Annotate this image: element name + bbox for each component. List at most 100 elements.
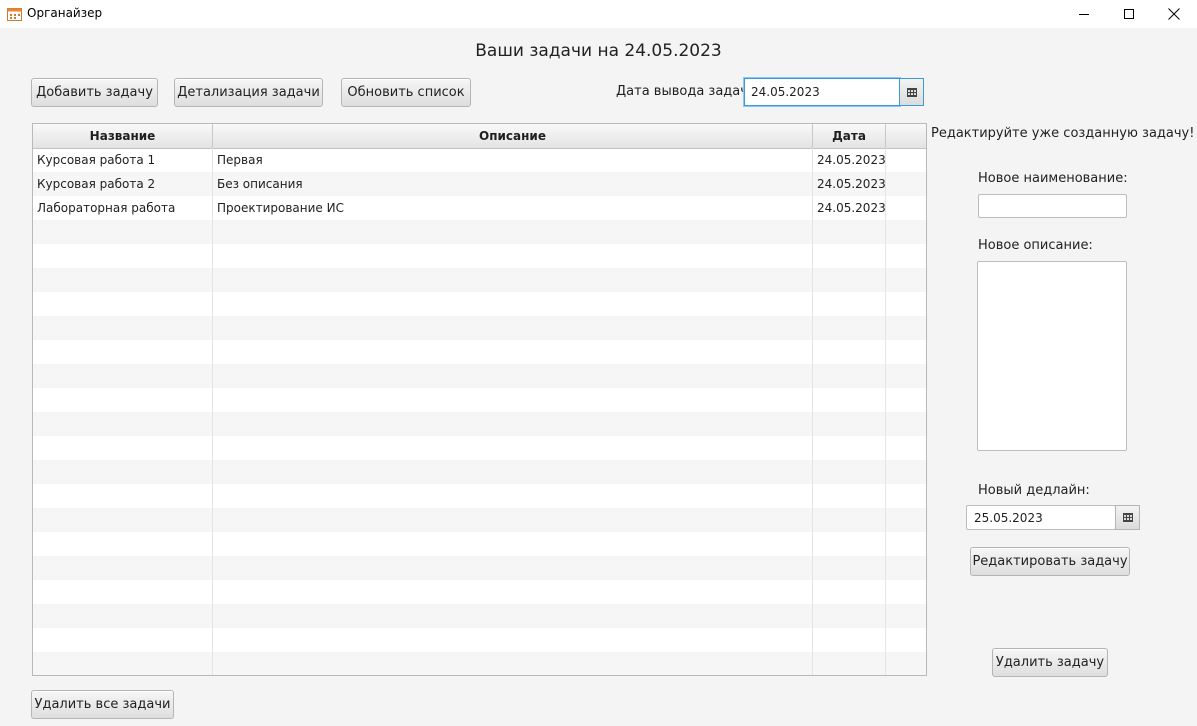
maximize-button[interactable] <box>1106 0 1152 28</box>
cell-name <box>33 652 213 675</box>
table-row-empty <box>33 460 926 484</box>
deadline-calendar-button[interactable] <box>1115 505 1140 530</box>
date-filter-calendar-button[interactable] <box>899 78 924 106</box>
new-deadline-label: Новый дедлайн: <box>978 483 1090 498</box>
table-row[interactable]: Лабораторная работа Проектирование ИС 24.0… <box>33 196 926 220</box>
cell-filler <box>886 244 926 268</box>
column-header-filler <box>886 124 926 148</box>
cell-name <box>33 220 213 244</box>
cell-name <box>33 316 213 340</box>
table-row-empty <box>33 292 926 316</box>
table-row-empty <box>33 556 926 580</box>
column-header-name[interactable]: Название <box>33 124 213 148</box>
minimize-button[interactable] <box>1061 0 1107 28</box>
cell-date: 24.05.2023 <box>813 172 886 196</box>
cell-date <box>813 268 886 292</box>
cell-filler <box>886 196 926 220</box>
cell-date <box>813 484 886 508</box>
title-bar: Органайзер <box>0 0 1197 28</box>
maximize-icon <box>1123 8 1134 19</box>
cell-description <box>213 316 813 340</box>
cell-filler <box>886 652 926 675</box>
cell-date <box>813 244 886 268</box>
table-row-empty <box>33 412 926 436</box>
cell-name <box>33 508 213 532</box>
cell-description <box>213 388 813 412</box>
cell-name <box>33 628 213 652</box>
cell-date: 24.05.2023 <box>813 148 886 172</box>
column-header-date[interactable]: Дата <box>813 124 886 148</box>
cell-date <box>813 652 886 675</box>
table-row-empty <box>33 604 926 628</box>
cell-description <box>213 628 813 652</box>
tasks-table[interactable]: Название Описание Дата Курсовая работа 1… <box>32 123 927 676</box>
table-row-empty <box>33 316 926 340</box>
cell-name <box>33 436 213 460</box>
close-button[interactable] <box>1151 0 1197 28</box>
cell-name <box>33 412 213 436</box>
delete-task-button[interactable]: Удалить задачу <box>992 648 1108 677</box>
add-task-button[interactable]: Добавить задачу <box>31 78 158 107</box>
table-row-empty <box>33 484 926 508</box>
cell-name <box>33 556 213 580</box>
cell-filler <box>886 148 926 172</box>
cell-filler <box>886 532 926 556</box>
edit-panel-heading: Редактируйте уже созданную задачу! <box>931 126 1195 141</box>
cell-date <box>813 460 886 484</box>
cell-filler <box>886 628 926 652</box>
cell-date <box>813 340 886 364</box>
cell-filler <box>886 316 926 340</box>
cell-date <box>813 556 886 580</box>
table-row-empty <box>33 652 926 675</box>
cell-filler <box>886 436 926 460</box>
table-row-empty <box>33 364 926 388</box>
cell-description <box>213 244 813 268</box>
delete-all-tasks-button[interactable]: Удалить все задачи <box>31 690 174 719</box>
cell-name <box>33 388 213 412</box>
close-icon <box>1168 8 1180 20</box>
cell-description <box>213 484 813 508</box>
cell-filler <box>886 508 926 532</box>
cell-description <box>213 460 813 484</box>
cell-description <box>213 580 813 604</box>
calendar-icon <box>906 87 917 97</box>
cell-name <box>33 604 213 628</box>
cell-filler <box>886 364 926 388</box>
cell-date: 24.05.2023 <box>813 196 886 220</box>
table-row[interactable]: Курсовая работа 1 Первая 24.05.2023 <box>33 148 926 172</box>
cell-filler <box>886 268 926 292</box>
cell-description <box>213 436 813 460</box>
table-header: Название Описание Дата <box>33 124 926 149</box>
cell-filler <box>886 340 926 364</box>
cell-date <box>813 436 886 460</box>
cell-date <box>813 412 886 436</box>
cell-description <box>213 292 813 316</box>
task-details-button[interactable]: Детализация задачи <box>174 78 323 107</box>
cell-name <box>33 532 213 556</box>
cell-date <box>813 388 886 412</box>
new-description-textarea[interactable] <box>977 261 1127 451</box>
edit-task-button[interactable]: Редактировать задачу <box>970 547 1130 576</box>
table-row-empty <box>33 388 926 412</box>
cell-description <box>213 364 813 388</box>
cell-name <box>33 364 213 388</box>
new-deadline-input[interactable]: 25.05.2023 <box>966 505 1116 530</box>
cell-name: Курсовая работа 2 <box>33 172 213 196</box>
date-filter-input[interactable]: 24.05.2023 <box>744 78 900 106</box>
table-row[interactable]: Курсовая работа 2 Без описания 24.05.2023 <box>33 172 926 196</box>
cell-description <box>213 268 813 292</box>
column-header-description[interactable]: Описание <box>213 124 813 148</box>
table-row-empty <box>33 508 926 532</box>
cell-filler <box>886 220 926 244</box>
refresh-list-button[interactable]: Обновить список <box>341 78 471 107</box>
cell-description <box>213 532 813 556</box>
new-name-label: Новое наименование: <box>978 171 1128 186</box>
window-title: Органайзер <box>27 6 103 20</box>
cell-date <box>813 604 886 628</box>
cell-date <box>813 628 886 652</box>
new-name-input[interactable] <box>978 194 1127 218</box>
cell-filler <box>886 460 926 484</box>
cell-filler <box>886 292 926 316</box>
cell-name <box>33 340 213 364</box>
table-row-empty <box>33 244 926 268</box>
